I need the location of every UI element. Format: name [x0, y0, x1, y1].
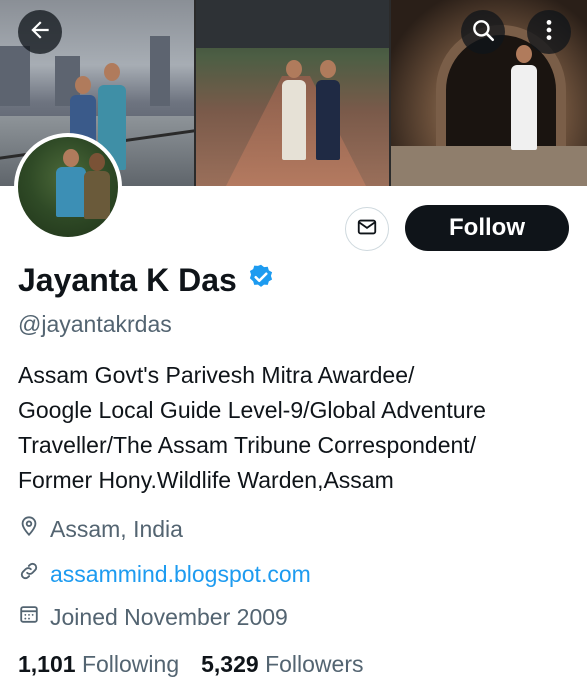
- arrow-left-icon: [27, 17, 53, 48]
- avatar[interactable]: [14, 133, 122, 241]
- verified-badge-icon: [247, 262, 275, 299]
- profile-location: Assam, India: [18, 515, 183, 543]
- display-name: Jayanta K Das: [18, 262, 275, 299]
- follow-stats: 1,101 Following 5,329 Followers: [18, 651, 363, 678]
- more-options-button[interactable]: [527, 10, 571, 54]
- follow-button[interactable]: Follow: [405, 205, 569, 251]
- search-button[interactable]: [461, 10, 505, 54]
- message-button[interactable]: [345, 207, 389, 251]
- more-vertical-icon: [536, 17, 562, 48]
- following-count: 1,101: [18, 651, 82, 677]
- followers-count: 5,329: [201, 651, 266, 677]
- profile-joined-date: Joined November 2009: [18, 603, 288, 631]
- profile-bio: Assam Govt's Parivesh Mitra Awardee/ Goo…: [18, 358, 578, 498]
- bio-line: Traveller/The Assam Tribune Corresponden…: [18, 432, 477, 458]
- following-link[interactable]: 1,101 Following: [18, 651, 179, 678]
- bio-line: Assam Govt's Parivesh Mitra Awardee/: [18, 362, 415, 388]
- search-icon: [470, 17, 496, 48]
- following-label: Following: [81, 651, 180, 677]
- back-button[interactable]: [18, 10, 62, 54]
- location-text: Assam, India: [50, 515, 183, 542]
- mail-icon: [356, 216, 378, 243]
- joined-text: Joined November 2009: [50, 603, 288, 630]
- profile-website[interactable]: assammind.blogspot.com: [18, 560, 311, 588]
- followers-label: Followers: [265, 651, 364, 677]
- bio-line: Former Hony.Wildlife Warden,Assam: [18, 467, 394, 493]
- link-icon: [18, 560, 40, 588]
- followers-link[interactable]: 5,329 Followers: [201, 651, 363, 678]
- calendar-icon: [18, 603, 40, 631]
- bio-line: Google Local Guide Level-9/Global Advent…: [18, 397, 486, 423]
- banner-photo-walkway: [196, 0, 389, 186]
- website-link[interactable]: assammind.blogspot.com: [50, 561, 311, 588]
- location-pin-icon: [18, 515, 40, 543]
- user-handle: @jayantakrdas: [18, 311, 172, 337]
- display-name-text: Jayanta K Das: [18, 262, 237, 298]
